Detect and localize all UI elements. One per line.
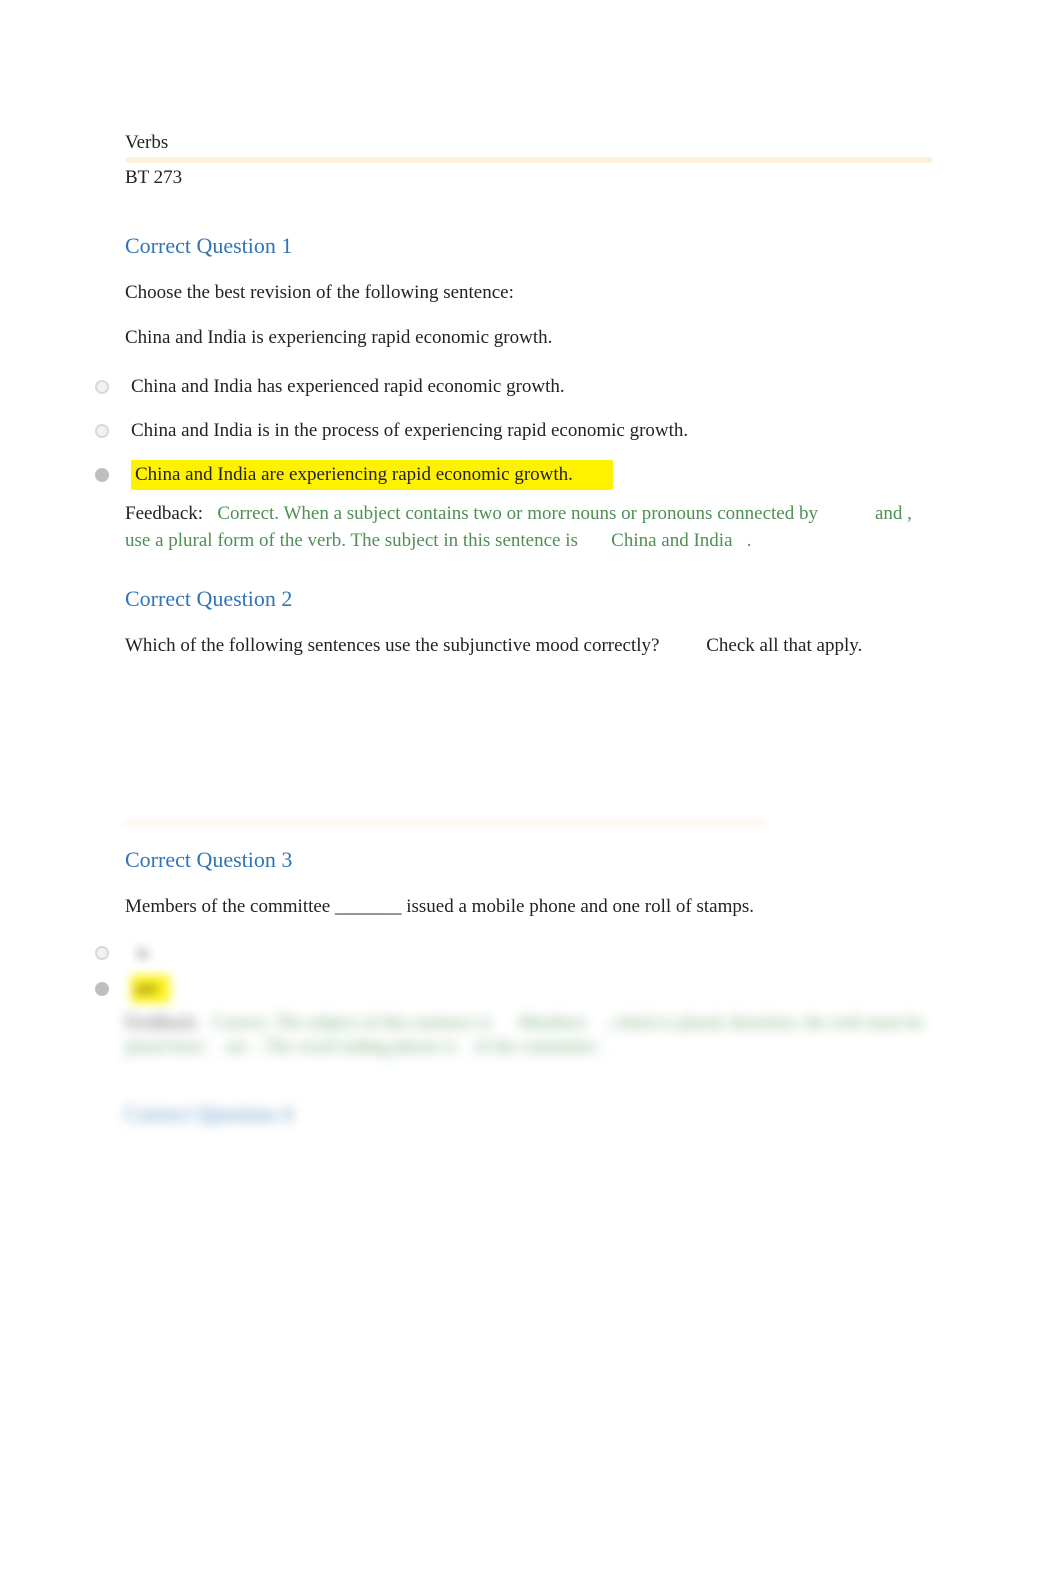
q1-option-c-text: China and India are experiencing rapid e… bbox=[131, 460, 613, 491]
question-1-title: Correct Question 1 bbox=[125, 231, 932, 262]
question-1-stem: Choose the best revision of the followin… bbox=[125, 280, 932, 307]
feedback-text-1: Correct. The subject of this sentence is bbox=[212, 1012, 491, 1032]
question-4-title: Correct Question 4 bbox=[125, 1099, 932, 1130]
feedback-text-1: Correct. When a subject contains two or … bbox=[217, 503, 818, 524]
q2-check-all: Check all that apply. bbox=[706, 635, 862, 656]
feedback-period2: . bbox=[601, 1036, 606, 1056]
feedback-and: and bbox=[875, 503, 902, 524]
q3-option-a[interactable]: is bbox=[125, 938, 932, 968]
feedback-are: are bbox=[225, 1036, 247, 1056]
header-course: BT 273 bbox=[125, 165, 932, 192]
question-2-prompt: Which of the following sentences use the… bbox=[125, 633, 932, 660]
q3-feedback: Feedback: Correct. The subject of this s… bbox=[125, 1010, 932, 1059]
q1-option-c[interactable]: China and India are experiencing rapid e… bbox=[125, 457, 932, 493]
feedback-phrase: of the committee bbox=[474, 1036, 596, 1056]
header-subject: Verbs bbox=[125, 130, 932, 157]
feedback-label: Feedback: bbox=[125, 1012, 199, 1032]
feedback-subject: China and India bbox=[611, 530, 732, 551]
q1-option-a[interactable]: China and India has experienced rapid ec… bbox=[125, 369, 932, 405]
question-3-title: Correct Question 3 bbox=[125, 845, 932, 876]
q2-prompt-text: Which of the following sentences use the… bbox=[125, 635, 659, 656]
radio-icon bbox=[95, 380, 109, 394]
q3-option-b[interactable]: are bbox=[125, 974, 932, 1004]
q1-feedback: Feedback: Correct. When a subject contai… bbox=[125, 501, 932, 554]
question-3-prompt: Members of the committee _______ issued … bbox=[125, 894, 932, 921]
feedback-period: . bbox=[747, 530, 752, 551]
q1-option-b[interactable]: China and India is in the process of exp… bbox=[125, 413, 932, 449]
radio-icon-selected bbox=[95, 982, 109, 996]
feedback-text-3: . The word ending phrase is bbox=[256, 1036, 456, 1056]
feedback-label: Feedback: bbox=[125, 503, 203, 524]
radio-icon bbox=[95, 946, 109, 960]
q3-option-b-text: are bbox=[131, 975, 170, 1004]
radio-icon-selected bbox=[95, 468, 109, 482]
header-underline bbox=[125, 157, 932, 163]
q1-option-a-text: China and India has experienced rapid ec… bbox=[131, 374, 565, 401]
q1-option-b-text: China and India is in the process of exp… bbox=[131, 418, 688, 445]
radio-icon bbox=[95, 424, 109, 438]
divider-underline bbox=[125, 820, 765, 825]
question-2-title: Correct Question 2 bbox=[125, 584, 932, 615]
question-1-sentence: China and India is experiencing rapid ec… bbox=[125, 325, 932, 352]
q3-option-a-text: is bbox=[137, 941, 148, 965]
feedback-subj: Members bbox=[519, 1012, 587, 1032]
